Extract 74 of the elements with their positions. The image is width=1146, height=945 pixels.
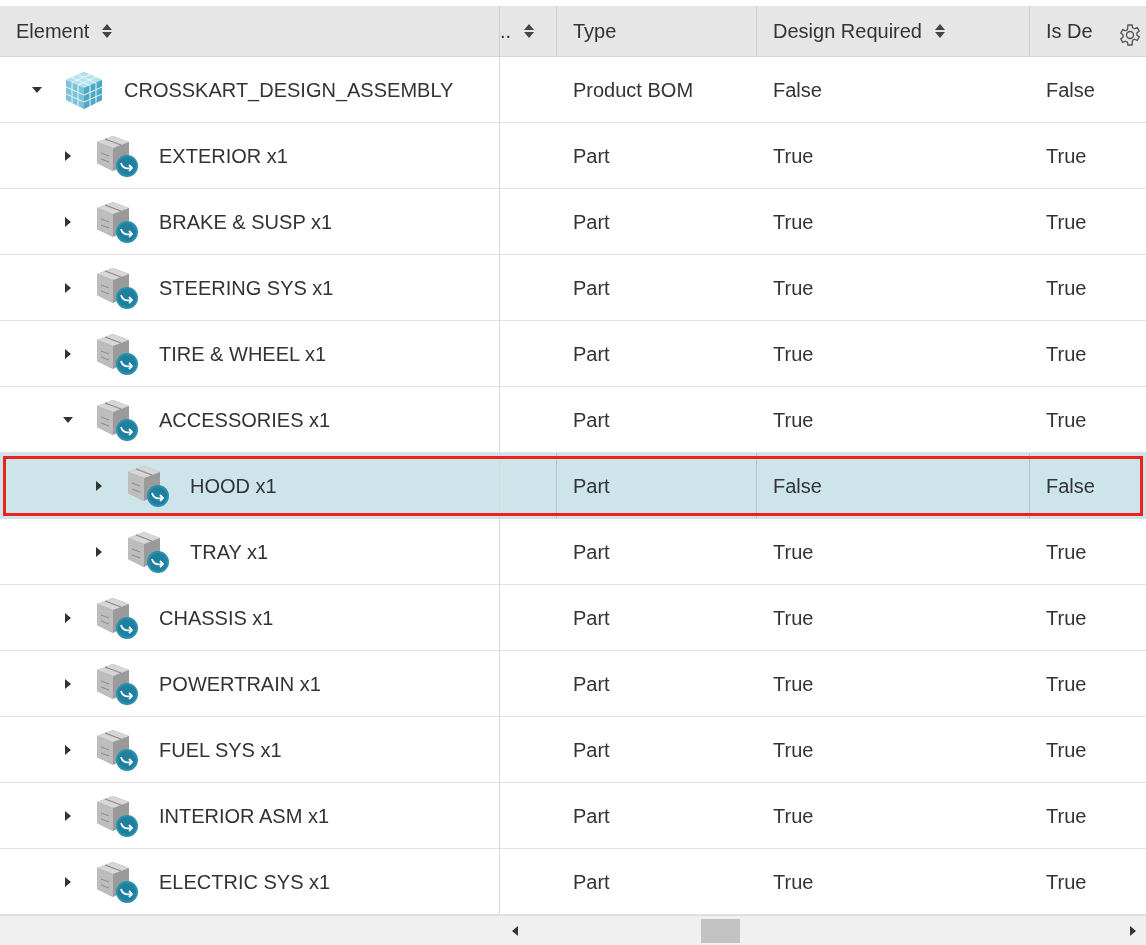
column-header[interactable]: ..: [500, 6, 557, 56]
column-header[interactable]: Design Required: [757, 6, 1030, 56]
element-name: ACCESSORIES x1: [159, 407, 331, 433]
scroll-right-icon[interactable]: [1128, 924, 1138, 937]
table-cell-text: False: [1046, 77, 1095, 103]
table-cell-text: Part: [573, 605, 610, 631]
table-cell-text: True: [1046, 737, 1087, 763]
table-cell-text: Part: [573, 737, 610, 763]
table-cell-text: False: [1046, 474, 1095, 499]
table-cell-text: True: [1046, 803, 1087, 829]
table-cell-text: True: [1046, 341, 1087, 367]
table-cell-text: Part: [573, 341, 610, 367]
tree-row[interactable]: TIRE & WHEEL x1 Part True True: [0, 321, 1146, 387]
table-cell-text: Part: [573, 869, 610, 895]
table-cell-text: True: [1046, 539, 1087, 565]
table-cell-text: True: [773, 671, 814, 697]
table-cell-text: Part: [573, 671, 610, 697]
table-cell-text: Part: [573, 539, 610, 565]
tree-row[interactable]: EXTERIOR x1 Part True True: [0, 123, 1146, 189]
element-name: EXTERIOR x1: [159, 143, 288, 169]
element-name: TIRE & WHEEL x1: [159, 341, 327, 367]
table-cell-text: False: [773, 77, 822, 103]
column-header[interactable]: Is De: [1030, 6, 1146, 56]
sort-icon[interactable]: [934, 23, 946, 39]
table-cell-text: Part: [573, 143, 610, 169]
column-header[interactable]: Type: [557, 6, 757, 56]
tree-row[interactable]: CROSSKART_DESIGN_ASSEMBLY Product BOM False False: [0, 57, 1146, 123]
table-cell-text: Part: [573, 407, 610, 433]
table-cell-text: True: [773, 737, 814, 763]
table-cell-text: True: [773, 341, 814, 367]
tree-row[interactable]: POWERTRAIN x1 Part True True: [0, 651, 1146, 717]
element-name: INTERIOR ASM x1: [159, 803, 330, 829]
table-cell-text: True: [1046, 407, 1087, 433]
table-cell-text: Product BOM: [573, 77, 694, 103]
tree-row[interactable]: TRAY x1 Part True True: [0, 519, 1146, 585]
table-cell-text: True: [773, 803, 814, 829]
table-cell-text: True: [773, 275, 814, 301]
element-name: STEERING SYS x1: [159, 275, 334, 301]
element-name: FUEL SYS x1: [159, 737, 282, 763]
table-cell-text: True: [1046, 671, 1087, 697]
scroll-left-icon[interactable]: [510, 924, 520, 937]
tree-row[interactable]: HOOD x1 Part False False: [0, 453, 1146, 519]
sort-icon[interactable]: [523, 23, 536, 39]
element-name: BRAKE & SUSP x1: [159, 209, 333, 235]
table-cell-text: True: [773, 539, 814, 565]
table-cell-text: False: [773, 474, 822, 499]
table-cell-text: Part: [573, 275, 610, 301]
table-cell-text: True: [773, 407, 814, 433]
table-cell-text: True: [773, 605, 814, 631]
scrollbar-thumb[interactable]: [701, 918, 740, 943]
element-name: TRAY x1: [190, 539, 269, 565]
table-cell-text: True: [1046, 605, 1087, 631]
element-name: CROSSKART_DESIGN_ASSEMBLY: [124, 77, 454, 104]
table-cell-text: True: [773, 869, 814, 895]
table-cell-text: True: [1046, 143, 1087, 169]
tree-row[interactable]: STEERING SYS x1 Part True True: [0, 255, 1146, 321]
table-cell-text: True: [773, 209, 814, 235]
tree-row[interactable]: FUEL SYS x1 Part True True: [0, 717, 1146, 783]
table-cell-text: True: [1046, 209, 1087, 235]
element-name: ELECTRIC SYS x1: [159, 869, 331, 895]
table-cell-text: Part: [573, 209, 610, 235]
table-cell-text: True: [1046, 869, 1087, 895]
table-cell-text: Part: [573, 474, 610, 499]
element-name: POWERTRAIN x1: [159, 671, 321, 697]
column-header[interactable]: Element: [0, 6, 500, 56]
table-cell-text: True: [773, 143, 814, 169]
table-cell-text: Part: [573, 803, 610, 829]
element-name: CHASSIS x1: [159, 605, 274, 631]
element-name: HOOD x1: [190, 474, 277, 499]
tree-row[interactable]: CHASSIS x1 Part True True: [0, 585, 1146, 651]
table-cell-text: True: [1046, 275, 1087, 301]
tree-row[interactable]: INTERIOR ASM x1 Part True True: [0, 783, 1146, 849]
tree-row[interactable]: BRAKE & SUSP x1 Part True True: [0, 189, 1146, 255]
sort-icon[interactable]: [101, 23, 114, 39]
